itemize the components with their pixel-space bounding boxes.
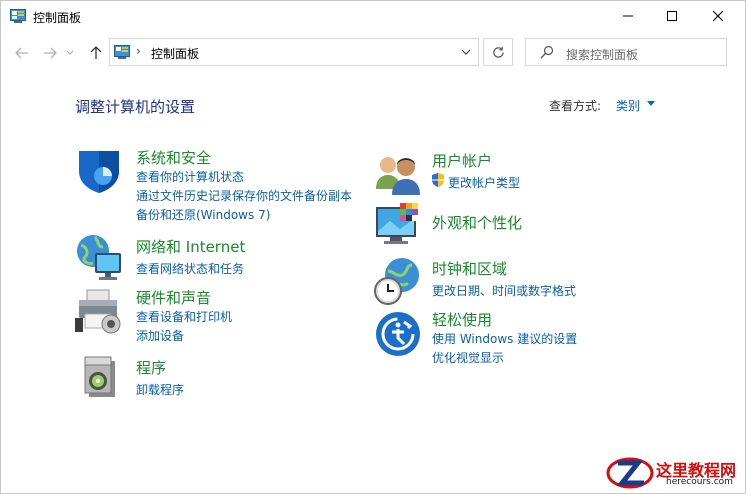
user-accounts-icon[interactable] (374, 149, 422, 197)
shield-icon[interactable] (75, 147, 123, 195)
maximize-button[interactable] (649, 1, 695, 31)
programs-icon[interactable] (75, 353, 123, 401)
watermark-url: herecours.com (666, 477, 733, 487)
clock-globe-icon[interactable] (374, 257, 422, 305)
chevron-down-icon[interactable] (459, 45, 473, 59)
category-system-security[interactable]: 系统和安全 (136, 147, 211, 168)
category-ease-of-access[interactable]: 轻松使用 (432, 309, 492, 330)
arrow-left-icon (15, 47, 28, 59)
address-bar[interactable]: › 控制面板 (109, 38, 479, 66)
printer-icon[interactable] (75, 288, 123, 336)
control-panel-icon (114, 45, 130, 59)
category-programs[interactable]: 程序 (136, 357, 166, 378)
category-appearance[interactable]: 外观和个性化 (432, 212, 522, 233)
breadcrumb-separator[interactable]: › (136, 44, 141, 58)
breadcrumb-control-panel[interactable]: 控制面板 (151, 45, 199, 62)
appearance-icon[interactable] (374, 201, 422, 249)
category-clock-region[interactable]: 时钟和区域 (432, 258, 507, 279)
minimize-icon (623, 15, 633, 17)
page-title: 调整计算机的设置 (75, 98, 196, 116)
link-file-history[interactable]: 通过文件历史记录保存你的文件备份副本 (136, 187, 352, 204)
title-bar[interactable]: 控制面板 (1, 1, 745, 31)
category-user-accounts[interactable]: 用户帐户 (432, 150, 492, 171)
link-view-computer-status[interactable]: 查看你的计算机状态 (136, 168, 244, 185)
view-by-label: 查看方式: (549, 99, 602, 113)
link-devices-printers[interactable]: 查看设备和打印机 (136, 308, 232, 325)
control-panel-icon (10, 9, 26, 23)
forward-button[interactable] (39, 41, 61, 65)
window-title: 控制面板 (33, 11, 82, 25)
minimize-button[interactable] (605, 1, 651, 31)
network-globe-icon[interactable] (75, 233, 123, 281)
refresh-button[interactable] (483, 38, 513, 66)
category-network-internet[interactable]: 网络和 Internet (136, 236, 245, 257)
uac-shield-icon (432, 173, 444, 187)
link-optimize-visual-display[interactable]: 优化视觉显示 (432, 349, 504, 366)
control-panel-window: 控制面板 › 控制面板 搜索控制面板 调整计算机的设置 查看方式: 类别 系统和… (0, 0, 746, 494)
link-change-account-type[interactable]: 更改帐户类型 (448, 174, 520, 191)
maximize-icon (667, 11, 677, 21)
chevron-down-icon (66, 50, 74, 55)
caret-down-icon[interactable] (647, 101, 655, 107)
refresh-icon (492, 46, 504, 58)
category-hardware-sound[interactable]: 硬件和声音 (136, 287, 211, 308)
back-button[interactable] (11, 41, 33, 65)
arrow-up-icon (90, 46, 102, 59)
link-add-device[interactable]: 添加设备 (136, 327, 184, 344)
watermark-logo-icon (606, 457, 654, 489)
link-network-status[interactable]: 查看网络状态和任务 (136, 260, 244, 277)
link-uninstall-program[interactable]: 卸载程序 (136, 381, 184, 398)
recent-locations-button[interactable] (63, 41, 77, 65)
view-by-dropdown[interactable]: 类别 (616, 97, 640, 114)
link-windows-recommended-settings[interactable]: 使用 Windows 建议的设置 (432, 330, 577, 347)
search-icon (540, 45, 554, 59)
ease-of-access-icon[interactable] (374, 310, 422, 358)
search-box[interactable]: 搜索控制面板 (525, 38, 727, 66)
arrow-right-icon (44, 47, 57, 59)
link-backup-restore[interactable]: 备份和还原(Windows 7) (136, 206, 270, 223)
close-button[interactable] (695, 1, 741, 31)
up-button[interactable] (85, 41, 107, 65)
search-placeholder[interactable]: 搜索控制面板 (566, 46, 638, 63)
link-change-date-time-format[interactable]: 更改日期、时间或数字格式 (432, 282, 576, 299)
close-icon (713, 11, 723, 21)
